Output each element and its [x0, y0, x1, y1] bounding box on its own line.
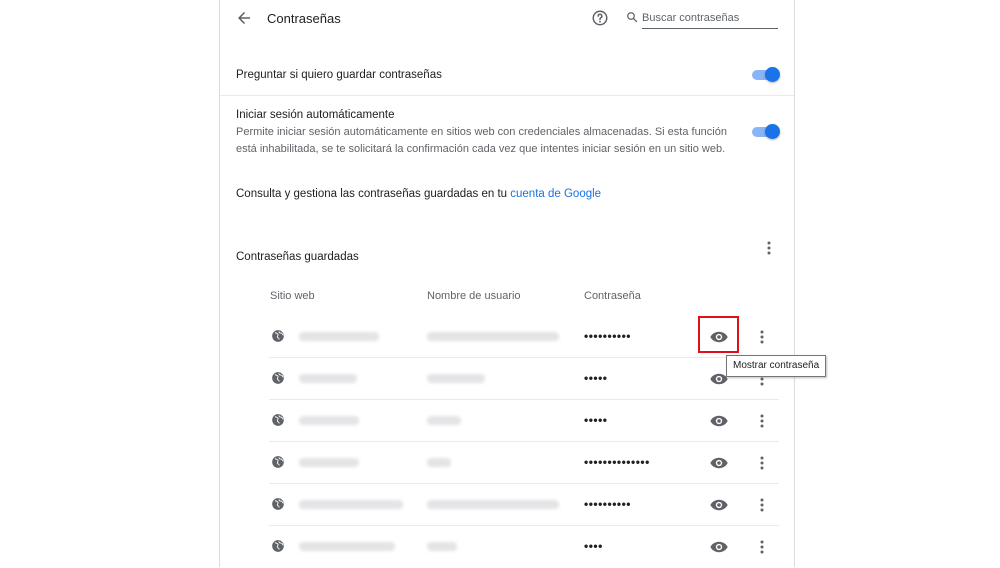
globe-icon [272, 330, 284, 342]
arrow-back-icon[interactable] [235, 9, 253, 27]
column-header-password: Contraseña [584, 290, 641, 302]
offer-to-save-label: Preguntar si quiero guardar contraseñas [236, 69, 442, 81]
eye-icon[interactable] [710, 415, 728, 427]
site-name-blurred [299, 416, 359, 425]
eye-icon[interactable] [710, 457, 728, 469]
highlight-box [698, 316, 739, 353]
globe-icon [272, 456, 284, 468]
google-account-link[interactable]: cuenta de Google [510, 188, 601, 200]
site-name-blurred [299, 458, 359, 467]
site-name-blurred [299, 542, 395, 551]
manage-passwords-prefix: Consulta y gestiona las contraseñas guar… [236, 188, 511, 200]
help-icon[interactable] [591, 9, 609, 27]
column-header-username: Nombre de usuario [427, 290, 521, 302]
username-blurred [427, 500, 559, 509]
more-vert-icon[interactable] [754, 329, 770, 345]
manage-passwords-text: Consulta y gestiona las contraseñas guar… [236, 188, 601, 200]
site-name-blurred [299, 500, 403, 509]
username-blurred [427, 374, 485, 383]
globe-icon [272, 540, 284, 552]
password-masked: •••••••••••••• [584, 455, 650, 469]
table-row: •••••••••••••• [269, 442, 779, 484]
offer-to-save-toggle[interactable] [752, 67, 780, 82]
password-masked: ••••• [584, 413, 608, 427]
username-blurred [427, 332, 559, 341]
toggle-knob [765, 67, 780, 82]
more-vert-icon[interactable] [761, 240, 777, 256]
auto-signin-toggle[interactable] [752, 124, 780, 139]
saved-passwords-heading: Contraseñas guardadas [236, 251, 359, 263]
more-vert-icon[interactable] [754, 539, 770, 555]
username-blurred [427, 542, 457, 551]
table-row: ••••• [269, 358, 779, 400]
search-input[interactable] [642, 8, 778, 29]
toggle-knob [765, 124, 780, 139]
more-vert-icon[interactable] [754, 455, 770, 471]
site-name-blurred [299, 374, 357, 383]
password-masked: ••••• [584, 371, 608, 385]
search-icon [627, 12, 638, 23]
globe-icon [272, 414, 284, 426]
username-blurred [427, 458, 451, 467]
column-header-site: Sitio web [270, 290, 315, 302]
auto-signin-description: Permite iniciar sesión automáticamente e… [236, 126, 727, 155]
eye-icon[interactable] [710, 541, 728, 553]
site-name-blurred [299, 332, 379, 341]
globe-icon [272, 372, 284, 384]
table-row: •••• [269, 526, 779, 568]
password-masked: •••• [584, 539, 603, 553]
divider [220, 95, 794, 96]
show-password-tooltip: Mostrar contraseña [726, 355, 827, 377]
table-row: •••••••••• [269, 484, 779, 526]
auto-signin-label: Iniciar sesión automáticamente [236, 109, 395, 121]
eye-icon[interactable] [710, 499, 728, 511]
password-masked: •••••••••• [584, 497, 632, 511]
globe-icon [272, 498, 284, 510]
password-masked: •••••••••• [584, 329, 632, 343]
username-blurred [427, 416, 461, 425]
more-vert-icon[interactable] [754, 413, 770, 429]
more-vert-icon[interactable] [754, 497, 770, 513]
page-title: Contraseñas [267, 11, 341, 26]
table-row: ••••• [269, 400, 779, 442]
